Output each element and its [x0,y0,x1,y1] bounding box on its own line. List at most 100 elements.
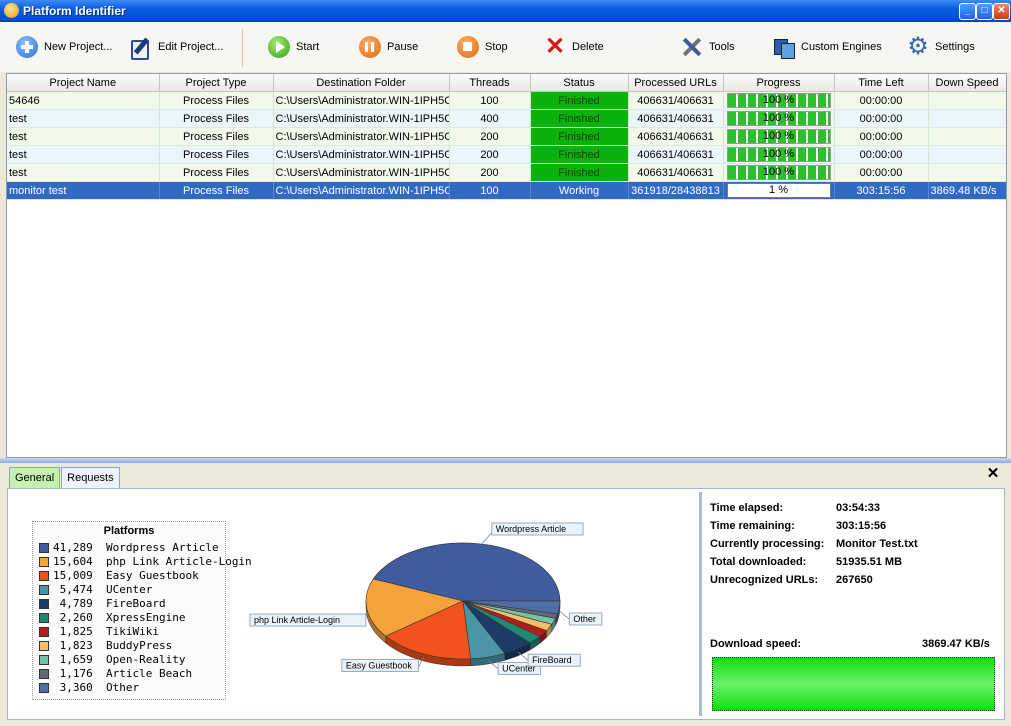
edit-project-button[interactable]: Edit Project... [130,34,223,60]
legend-value: 3,360 [53,681,106,694]
custom-engines-label: Custom Engines [801,41,882,53]
settings-label: Settings [935,41,975,53]
column-header[interactable]: Project Name [7,74,160,92]
legend-label: XpressEngine [105,611,186,624]
table-row[interactable]: test Process Files C:\Users\Administrato… [7,145,1006,164]
down-speed [928,163,1006,182]
unrecognized-value: 267650 [836,574,873,586]
legend-value: 4,789 [53,597,106,610]
threads: 400 [449,109,531,128]
legend-swatch [39,669,49,679]
table-header: Project Name Project Type Destination Fo… [7,74,1006,92]
legend-item: 1,659 Open-Reality [39,653,252,667]
tools-button[interactable]: Tools [681,34,735,60]
status: Working [530,181,629,200]
unrecognized-label: Unrecognized URLs: [710,574,819,586]
processing-value: Monitor Test.txt [836,538,918,550]
close-panel-icon[interactable]: ✕ [986,466,1000,481]
legend-label: Wordpress Article [105,541,219,554]
legend-label: TikiWiki [105,625,159,638]
legend-value: 1,825 [53,625,106,638]
column-header[interactable]: Status [530,74,629,92]
legend-item: 5,474 UCenter [39,583,252,597]
engines-icon [773,36,795,59]
edit-project-label: Edit Project... [158,41,224,53]
legend-value: 15,009 [53,569,106,582]
column-header[interactable]: Project Type [159,74,274,92]
new-project-label: New Project... [44,41,113,53]
legend-item: 1,176 Article Beach [39,667,252,681]
tab-requests[interactable]: Requests [61,467,120,488]
legend-swatch [39,627,49,637]
down-speed [928,145,1006,164]
progress-cell: 1 % [723,181,835,200]
legend-title: Platforms [103,525,155,537]
column-header[interactable]: Down Speed [928,74,1006,92]
settings-button[interactable]: ⚙ Settings [907,34,975,60]
column-header[interactable]: Time Left [834,74,929,92]
maximize-button[interactable]: □ [976,3,993,20]
stop-button[interactable]: Stop [457,34,508,60]
legend-label: Article Beach [105,667,193,680]
destination-folder: C:\Users\Administrator.WIN-1IPH5O [273,127,450,146]
destination-folder: C:\Users\Administrator.WIN-1IPH5O [273,163,450,182]
legend-item: 2,260 XpressEngine [39,611,252,625]
destination-folder: C:\Users\Administrator.WIN-1IPH5O [273,91,450,110]
callout-label: FireBoard [532,655,572,665]
legend-swatch [39,683,49,693]
progress-cell: 100 % [723,109,835,128]
table-row[interactable]: test Process Files C:\Users\Administrato… [7,163,1006,182]
gear-icon: ⚙ [907,33,929,60]
detail-tabs: General Requests [9,467,121,488]
table-row[interactable]: test Process Files C:\Users\Administrato… [7,127,1006,146]
tools-label: Tools [709,41,735,53]
panel-splitter[interactable] [0,458,1011,463]
time-remaining-value: 303:15:56 [836,520,887,532]
table-row[interactable]: 54646 Process Files C:\Users\Administrat… [7,91,1006,110]
legend-value: 15,604 [53,555,106,568]
column-header[interactable]: Destination Folder [273,74,450,92]
start-button[interactable]: Start [268,34,319,60]
project-name: test [7,127,160,146]
pause-button[interactable]: Pause [359,34,418,60]
column-header[interactable]: Progress [723,74,835,92]
time-remaining-label: Time remaining: [710,520,795,532]
new-project-button[interactable]: New Project... [16,34,112,60]
legend-swatch [39,571,49,581]
delete-button[interactable]: ✕ Delete [544,34,604,60]
table-row-selected[interactable]: monitor test Process Files C:\Users\Admi… [7,181,1006,200]
tab-general[interactable]: General [9,467,61,488]
legend-swatch [39,655,49,665]
tools-icon [681,36,703,58]
processed-urls: 361918/28438813 [628,181,724,200]
legend-label: Open-Reality [105,653,186,666]
progress-bar: 100 % [726,129,831,144]
pause-label: Pause [387,41,419,53]
progress-bar: 100 % [726,147,831,162]
column-header[interactable]: Threads [449,74,531,92]
delete-label: Delete [572,41,604,53]
legend-item: 1,825 TikiWiki [39,625,252,639]
column-header[interactable]: Processed URLs [628,74,724,92]
downloaded-value: 51935.51 MB [836,556,903,568]
processed-urls: 406631/406631 [628,109,724,128]
custom-engines-button[interactable]: Custom Engines [773,34,882,60]
time-left: 303:15:56 [834,181,929,200]
time-elapsed-value: 03:54:33 [836,502,881,514]
stop-label: Stop [485,41,508,53]
progress-cell: 100 % [723,163,835,182]
edit-icon [130,36,152,60]
progress-bar: 100 % [726,111,831,126]
stop-icon [457,36,479,58]
legend-value: 1,659 [53,653,106,666]
speed-graph [712,657,995,711]
legend-label: php Link Article-Login [105,555,252,568]
progress-bar: 100 % [726,165,831,180]
table-row[interactable]: test Process Files C:\Users\Administrato… [7,109,1006,128]
down-speed [928,127,1006,146]
close-button[interactable]: ✕ [993,3,1010,20]
minimize-button[interactable]: _ [959,3,976,20]
threads: 100 [449,181,531,200]
legend-label: BuddyPress [105,639,173,652]
legend-item: 1,823 BuddyPress [39,639,252,653]
